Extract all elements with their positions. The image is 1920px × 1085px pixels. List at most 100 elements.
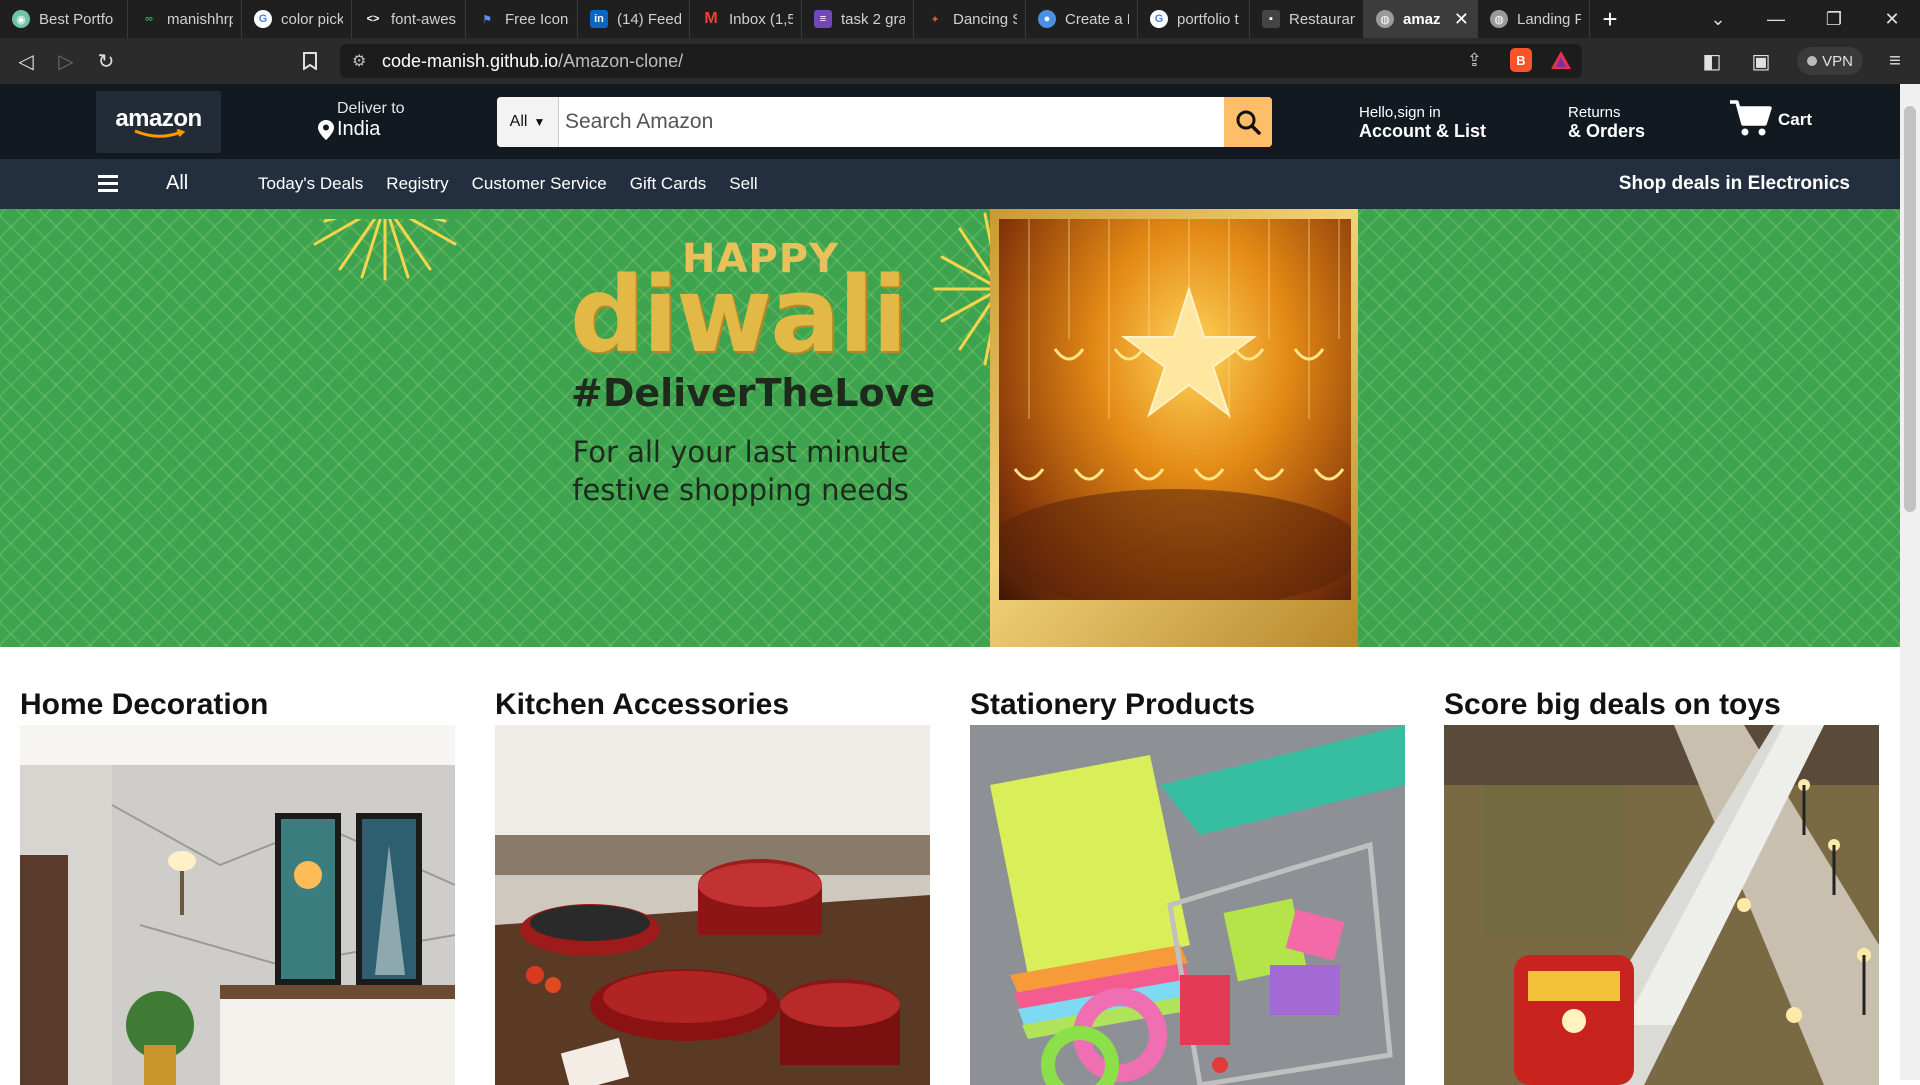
search-category-select[interactable]: All ▼ (497, 97, 559, 147)
page-scrollbar[interactable] (1900, 84, 1920, 1080)
card-home-decoration[interactable]: Home Decoration (20, 685, 455, 1085)
menu-icon[interactable]: ≡ (1875, 38, 1915, 84)
forward-icon[interactable]: ▷ (46, 38, 86, 84)
nav-link-sell[interactable]: Sell (729, 174, 757, 194)
browser-tab[interactable]: G color picke (242, 0, 352, 38)
account-and-lists[interactable]: Hello,sign in Account & List (1359, 104, 1486, 142)
card-title: Stationery Products (970, 688, 1256, 721)
browser-tab[interactable]: M Inbox (1,5 (690, 0, 802, 38)
wallet-icon[interactable]: ▣ (1741, 38, 1781, 84)
folder-icon: ▪ (1262, 10, 1280, 28)
url-host: code-manish.github.io (382, 50, 559, 71)
tab-title: Landing P (1517, 10, 1581, 28)
new-tab-button[interactable]: + (1590, 0, 1630, 38)
home-decoration-image[interactable] (20, 725, 455, 1085)
browser-tab-strip: ◉ Best Portfo ∞ manishhrp G color picke … (0, 0, 1920, 38)
browser-tab[interactable]: <> font-awes (352, 0, 466, 38)
account-label: Account & List (1359, 121, 1487, 141)
stationery-products-image[interactable] (970, 725, 1405, 1085)
browser-tab[interactable]: ● Create a F (1026, 0, 1138, 38)
close-tab-icon[interactable]: ✕ (1454, 9, 1469, 30)
browser-tab[interactable]: ◉ Best Portfo (0, 0, 128, 38)
returns-and-orders[interactable]: Returns & Orders (1568, 104, 1645, 142)
search-bar: All ▼ (497, 97, 1272, 147)
search-icon (1236, 110, 1261, 135)
form-icon: ≡ (814, 10, 832, 28)
card-title: Kitchen Accessories (495, 688, 790, 721)
tab-title: Create a F (1065, 10, 1129, 28)
account-greeting: Hello,sign in (1359, 104, 1441, 121)
card-toys-deals[interactable]: Score big deals on toys (1444, 685, 1879, 1085)
globe-icon: ◍ (1376, 10, 1394, 28)
tab-title: Dancing S (953, 10, 1017, 28)
tab-list-chevron-icon[interactable]: ⌄ (1690, 0, 1746, 38)
vpn-status-dot (1807, 56, 1818, 66)
nav-link-electronics-deals[interactable]: Shop deals in Electronics (1619, 173, 1850, 195)
deliver-to[interactable]: Deliver to India (318, 100, 405, 141)
brave-shields-icon[interactable]: B (1510, 48, 1532, 72)
search-button[interactable] (1224, 97, 1272, 147)
diwali-lights-photo (999, 219, 1351, 600)
browser-tab[interactable]: ◍ Landing P (1478, 0, 1590, 38)
browser-tab[interactable]: ∞ manishhrp (128, 0, 242, 38)
card-title: Home Decoration (20, 688, 269, 721)
amazon-nav-belt: All Today's Deals Registry Customer Serv… (0, 159, 1900, 209)
nav-link-registry[interactable]: Registry (386, 174, 448, 194)
scrollbar-thumb[interactable] (1904, 106, 1916, 512)
tab-title: Free Icons (505, 10, 569, 28)
vpn-button[interactable]: VPN (1797, 47, 1863, 75)
gmail-icon: M (704, 10, 718, 27)
brave-rewards-icon[interactable] (1550, 50, 1572, 75)
toys-train-image[interactable] (1444, 725, 1879, 1085)
browser-tab[interactable]: in (14) Feed (578, 0, 690, 38)
share-icon[interactable]: ⇪ (1467, 50, 1482, 71)
hero-banner[interactable]: HAPPY diwali #DeliverTheLove For all you… (0, 209, 1900, 647)
minimize-icon[interactable]: — (1748, 0, 1804, 38)
search-input[interactable] (559, 97, 1224, 147)
card-stationery-products[interactable]: Stationery Products (970, 685, 1405, 1085)
smile-arrow-icon (133, 129, 185, 138)
browser-tab[interactable]: G portfolio t (1138, 0, 1250, 38)
sphere-icon: ◉ (12, 10, 30, 28)
nav-all[interactable]: All (166, 172, 188, 195)
nav-link-todays-deals[interactable]: Today's Deals (258, 174, 363, 194)
orders-label: & Orders (1568, 121, 1646, 141)
globe-icon: ◍ (1490, 10, 1508, 28)
browser-tab[interactable]: ⚑ Free Icons (466, 0, 578, 38)
browser-tab[interactable]: ✦ Dancing S (914, 0, 1026, 38)
hero-hashtag: #DeliverTheLove (571, 371, 936, 415)
amazon-logo[interactable]: amazon (96, 91, 221, 153)
github-icon: ∞ (145, 13, 153, 25)
close-window-icon[interactable]: ✕ (1864, 0, 1920, 38)
flag-icon: ⚑ (482, 13, 492, 26)
location-pin-icon (318, 119, 334, 140)
search-category-label: All (509, 113, 528, 130)
vpn-label: VPN (1822, 52, 1853, 70)
chevron-down-icon: ▼ (533, 115, 546, 129)
reload-icon[interactable]: ↻ (86, 38, 126, 84)
url-field[interactable]: ⚙ code-manish.github.io/Amazon-clone/ ⇪ … (340, 44, 1582, 78)
bookmark-icon[interactable] (290, 38, 330, 84)
restore-window-icon[interactable]: ❐ (1806, 0, 1862, 38)
browser-address-bar: ◁ ▷ ↻ ⚙ code-manish.github.io/Amazon-clo… (0, 38, 1920, 84)
hamburger-menu-icon[interactable] (98, 174, 118, 192)
tab-title: portfolio t (1177, 10, 1239, 28)
category-cards: Home Decoration Kitchen Accessories Stat… (0, 647, 1900, 1085)
nav-link-gift-cards[interactable]: Gift Cards (630, 174, 707, 194)
tab-title: font-awes (391, 10, 457, 28)
card-kitchen-accessories[interactable]: Kitchen Accessories (495, 685, 930, 1085)
nav-link-customer-service[interactable]: Customer Service (472, 174, 607, 194)
amazon-header: amazon Deliver to India All ▼ Hello,sign… (0, 84, 1900, 159)
browser-tab-active[interactable]: ◍ amaz ✕ (1364, 0, 1478, 38)
site-settings-icon[interactable]: ⚙ (352, 51, 366, 71)
browser-tab[interactable]: ≡ task 2 gra (802, 0, 914, 38)
back-icon[interactable]: ◁ (6, 38, 46, 84)
nav-links: Today's Deals Registry Customer Service … (258, 174, 781, 194)
diwali-lights-illustration (999, 219, 1351, 600)
sidebar-toggle-icon[interactable]: ◧ (1692, 38, 1732, 84)
linkedin-icon: in (590, 10, 608, 28)
tab-title: amaz (1403, 10, 1440, 28)
browser-tab[interactable]: ▪ Restauran (1250, 0, 1364, 38)
kitchen-accessories-image[interactable] (495, 725, 930, 1085)
cart-button[interactable]: Cart (1728, 98, 1812, 138)
